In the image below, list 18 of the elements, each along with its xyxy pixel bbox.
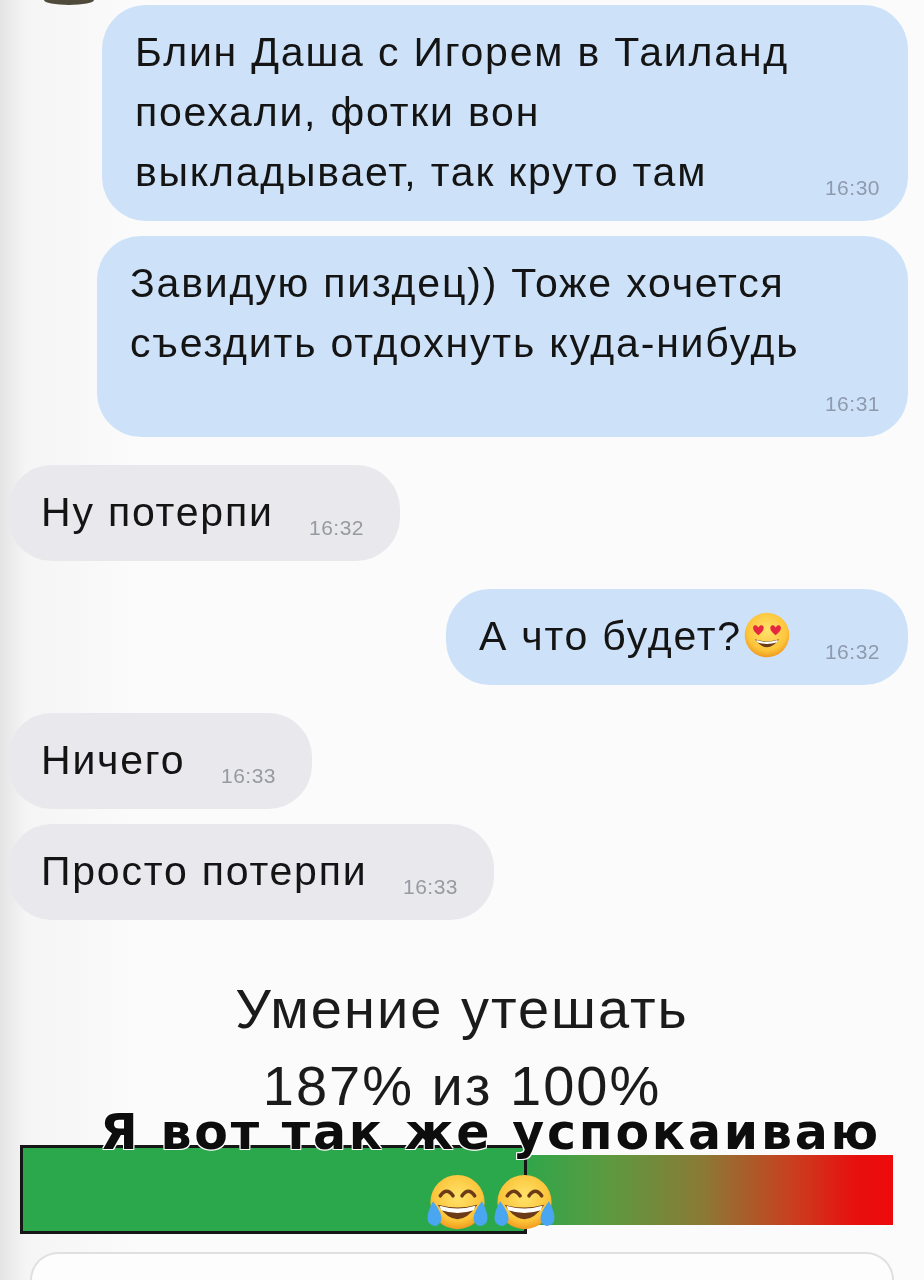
message-text: Ну потерпи	[41, 489, 274, 535]
heart-eyes-emoji-icon	[743, 612, 790, 658]
message-text: Блин Даша с Игорем в Таиланд поехали, фотки вон выкладывает, так круто там	[134, 29, 790, 195]
meter-reading: 187% из 100%	[262, 1053, 662, 1119]
meter-title: Умение утешать	[235, 976, 689, 1042]
message-text: Просто потерпи	[41, 848, 368, 894]
message-time: 16:30	[824, 177, 880, 198]
tears-of-joy-emoji-icon	[425, 1174, 490, 1232]
reply-field[interactable]	[30, 1252, 894, 1280]
message-text: А что будет?	[478, 613, 742, 659]
message-time: 16:31	[824, 393, 880, 414]
message-time: 16:33	[403, 876, 459, 897]
message-time: 16:32	[309, 517, 365, 538]
message-time: 16:33	[221, 765, 277, 786]
message-text: Ничего	[41, 737, 186, 783]
message-text: Завидую пиздец)) Тоже хочется съездить отдохнуть куда-нибудь	[130, 260, 800, 366]
avatar	[44, 0, 94, 5]
message-time: 16:32	[824, 641, 880, 662]
